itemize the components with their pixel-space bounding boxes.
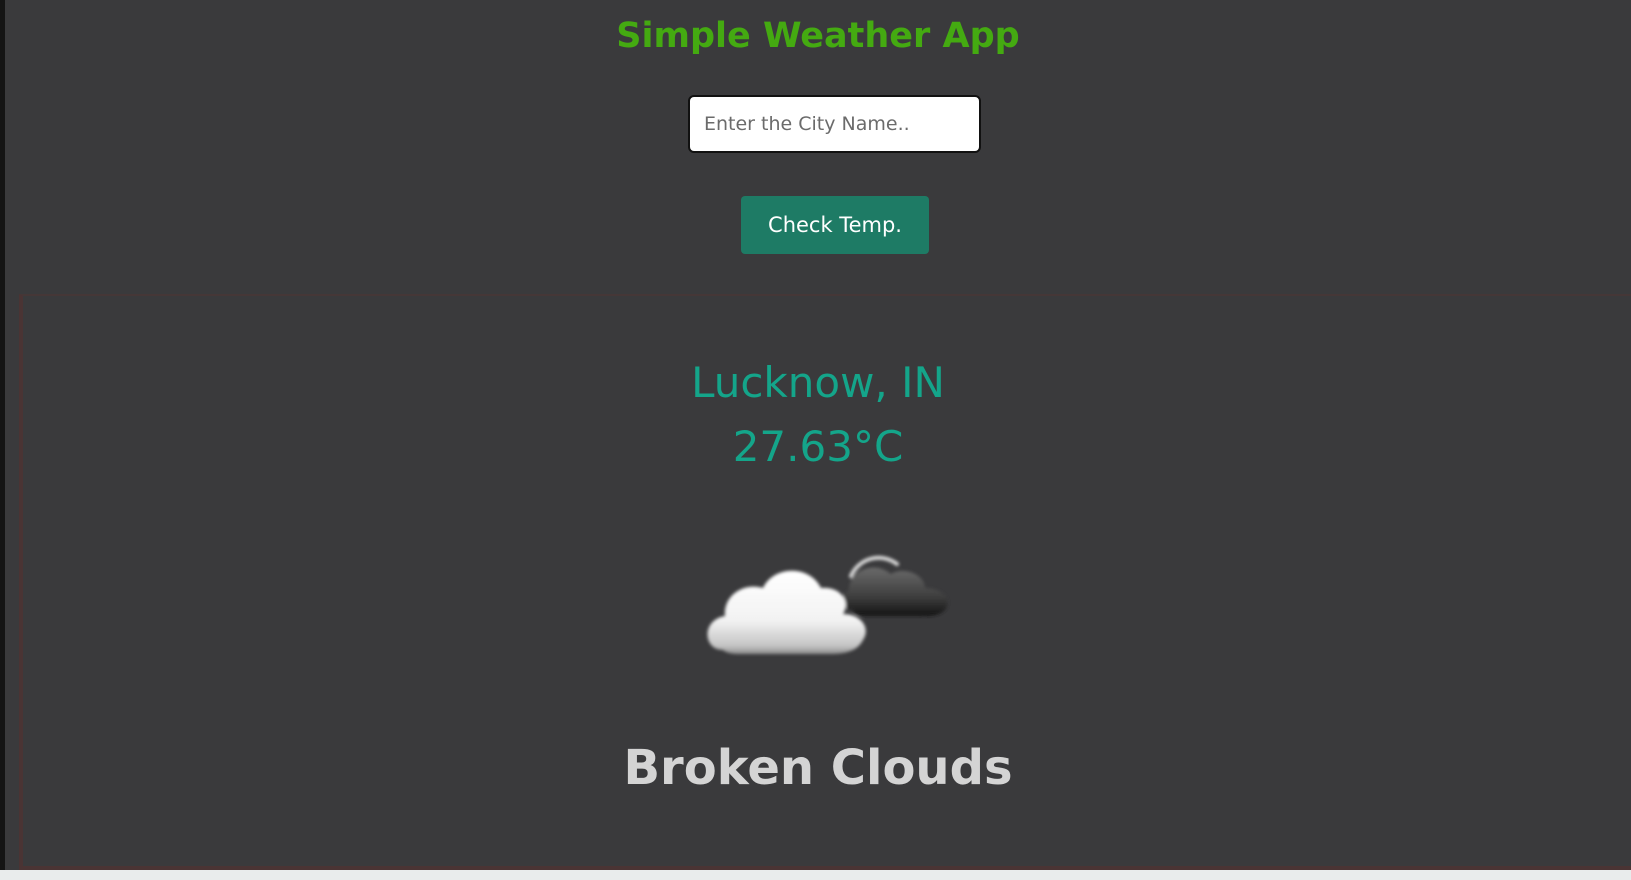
temperature-value: 27.63°C	[732, 422, 904, 471]
broken-clouds-icon	[707, 555, 948, 654]
page-title: Simple Weather App	[616, 16, 1020, 56]
bottom-strip	[0, 870, 1631, 880]
weather-description: Broken Clouds	[623, 740, 1013, 796]
location-label: Lucknow, IN	[691, 358, 945, 407]
check-temp-button[interactable]: Check Temp.	[741, 196, 929, 254]
app-page: Simple Weather App Check Temp. Lucknow, …	[0, 0, 1631, 870]
city-search-input[interactable]	[688, 95, 981, 153]
